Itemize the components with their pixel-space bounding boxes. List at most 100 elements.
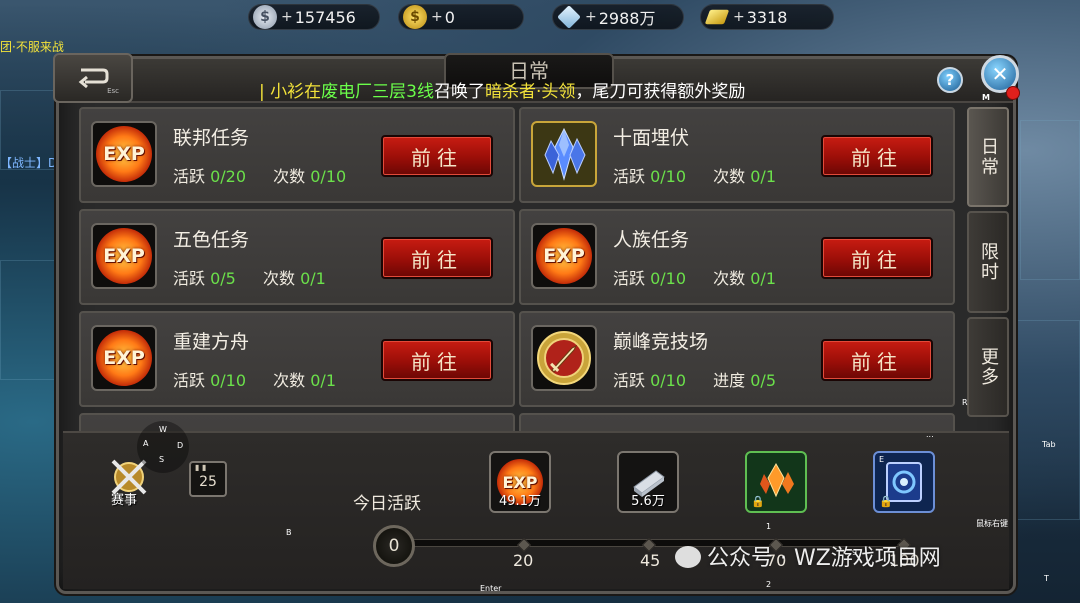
task-card: EXP 人族任务 活跃 0/10 次数 0/1 前往	[519, 209, 955, 305]
player-class: 【战士】D	[0, 156, 58, 170]
broadcast-prefix: | 小衫在	[259, 82, 322, 102]
task-list[interactable]: EXP 联邦任务 活跃 0/20 次数 0/10 前往 十面埋伏 活跃 0/10…	[79, 107, 957, 432]
activity-value: 0/10	[650, 371, 687, 390]
milestone-label: 20	[513, 551, 534, 570]
tab-limited[interactable]: 限时	[967, 211, 1009, 313]
reward-amount: 5.6万	[631, 494, 665, 509]
task-icon-frame: EXP	[91, 325, 157, 391]
gold-currency[interactable]: $ + 0	[398, 4, 524, 30]
key-s: S	[159, 455, 165, 464]
task-card: EXP 联邦任务 活跃 0/20 次数 0/10 前往	[79, 107, 515, 203]
calendar-button[interactable]: ▮ ▮ 25	[189, 461, 227, 497]
broadcast-suffix: ，尾刀可获得额外奖励	[575, 82, 746, 102]
reward-box[interactable]: EXP 49.1万	[489, 451, 551, 513]
plus-icon: +	[431, 9, 443, 25]
gold-bar-icon	[704, 9, 730, 25]
count-label: 次数	[273, 371, 306, 390]
go-button[interactable]: 前往	[821, 339, 933, 381]
hotkey-dots: ...	[926, 430, 934, 439]
go-button[interactable]: 前往	[821, 237, 933, 279]
go-button[interactable]: 前往	[381, 135, 493, 177]
silver-currency[interactable]: $ + 157456	[248, 4, 380, 30]
diamond-currency[interactable]: + 2988万	[552, 4, 684, 30]
task-icon-frame	[531, 121, 597, 187]
plus-icon: +	[281, 9, 293, 25]
diamond-icon	[557, 5, 581, 29]
hotkey-1: 1	[766, 522, 772, 531]
plus-icon: +	[585, 9, 597, 25]
activity-label: 活跃	[613, 371, 646, 390]
reward-box[interactable]: 5.6万	[617, 451, 679, 513]
calendar-day: 25	[199, 474, 217, 490]
task-card: 十面埋伏 活跃 0/10 次数 0/1 前往	[519, 107, 955, 203]
task-name: 联邦任务	[173, 127, 250, 149]
count-label: 进度	[713, 371, 746, 390]
exp-icon: EXP	[96, 228, 152, 284]
diamond-amount: 2988万	[598, 9, 656, 28]
close-button[interactable]: ✕ M	[981, 55, 1020, 102]
task-icon-frame	[531, 325, 597, 391]
guild-name: 团·不服来战	[0, 40, 64, 54]
activity-label: 活跃	[173, 269, 206, 288]
task-name: 巅峰竞技场	[613, 331, 709, 353]
hotkey-right-mouse: 鼠标右键	[976, 519, 1008, 528]
count-value: 0/5	[750, 371, 776, 390]
activity-label: 活跃	[173, 371, 206, 390]
go-button[interactable]: 前往	[381, 339, 493, 381]
hotkey-2: 2	[766, 580, 772, 589]
help-button[interactable]: ?	[937, 67, 963, 93]
hotkey-enter: Enter	[480, 584, 502, 593]
hotkey-e: E	[879, 455, 885, 464]
task-stats: 活跃 0/5 次数 0/1	[173, 265, 326, 289]
gold-amount: 0	[444, 7, 455, 27]
key-w: W	[159, 425, 167, 434]
go-button[interactable]: 前往	[381, 237, 493, 279]
wechat-icon	[675, 546, 701, 568]
silver-coin-icon: $	[253, 5, 277, 29]
broadcast-location: 废电厂三层3线	[321, 82, 434, 102]
task-card: EXP 重建方舟 活跃 0/10 次数 0/1 前往	[79, 311, 515, 407]
lock-icon: 🔒	[751, 495, 765, 508]
count-value: 0/1	[300, 269, 326, 288]
close-icon: ✕	[991, 62, 1009, 86]
wasd-overlay: W A D S	[137, 421, 189, 473]
hotkey-r: R	[962, 398, 968, 407]
count-value: 0/1	[750, 167, 776, 186]
go-button[interactable]: 前往	[821, 135, 933, 177]
task-name: 十面埋伏	[613, 127, 690, 149]
reward-box[interactable]: 🔒 E	[873, 451, 935, 513]
task-card: 巅峰竞技场 活跃 0/10 进度 0/5 前往	[519, 311, 955, 407]
daily-activity-panel: 日常 Esc | 小衫在废电厂三层3线召唤了暗杀者·头领，尾刀可获得额外奖励 ?…	[53, 53, 1020, 594]
reward-amount: 49.1万	[499, 494, 541, 509]
activity-value: 0/10	[210, 371, 247, 390]
task-name: 五色任务	[173, 229, 250, 251]
notification-dot	[1006, 86, 1020, 100]
task-stats: 活跃 0/10 进度 0/5	[613, 367, 776, 391]
gold-bar-amount: 3318	[746, 7, 788, 27]
activity-value: 0/20	[210, 167, 247, 186]
activity-label: 活跃	[173, 167, 206, 186]
task-icon-frame: EXP	[91, 223, 157, 289]
count-value: 0/10	[310, 167, 347, 186]
task-name: 人族任务	[613, 229, 690, 251]
activity-value: 0/10	[650, 269, 687, 288]
today-activity-label: 今日活跃	[353, 494, 421, 514]
calendar-icon: ▮ ▮	[195, 463, 207, 472]
task-stats: 活跃 0/10 次数 0/1	[173, 367, 336, 391]
gold-bar-currency[interactable]: + 3318	[700, 4, 834, 30]
task-stats: 活跃 0/10 次数 0/1	[613, 265, 776, 289]
watermark: 公众号 · WZ游戏项目网	[675, 540, 941, 572]
hotkey-tab: Tab	[1042, 440, 1056, 449]
exp-icon: EXP	[96, 330, 152, 386]
back-arrow-icon	[78, 68, 109, 89]
activity-label: 活跃	[613, 167, 646, 186]
activity-value: 0/10	[650, 167, 687, 186]
tab-daily[interactable]: 日常	[967, 107, 1009, 207]
crystal-icon	[544, 127, 586, 181]
broadcast-middle: 召唤了	[433, 82, 485, 102]
reward-box[interactable]: 🔒	[745, 451, 807, 513]
back-button[interactable]: Esc	[53, 53, 133, 103]
tab-more[interactable]: 更多	[967, 317, 1009, 417]
gold-coin-icon: $	[403, 5, 427, 29]
esc-hint: Esc	[107, 87, 119, 95]
